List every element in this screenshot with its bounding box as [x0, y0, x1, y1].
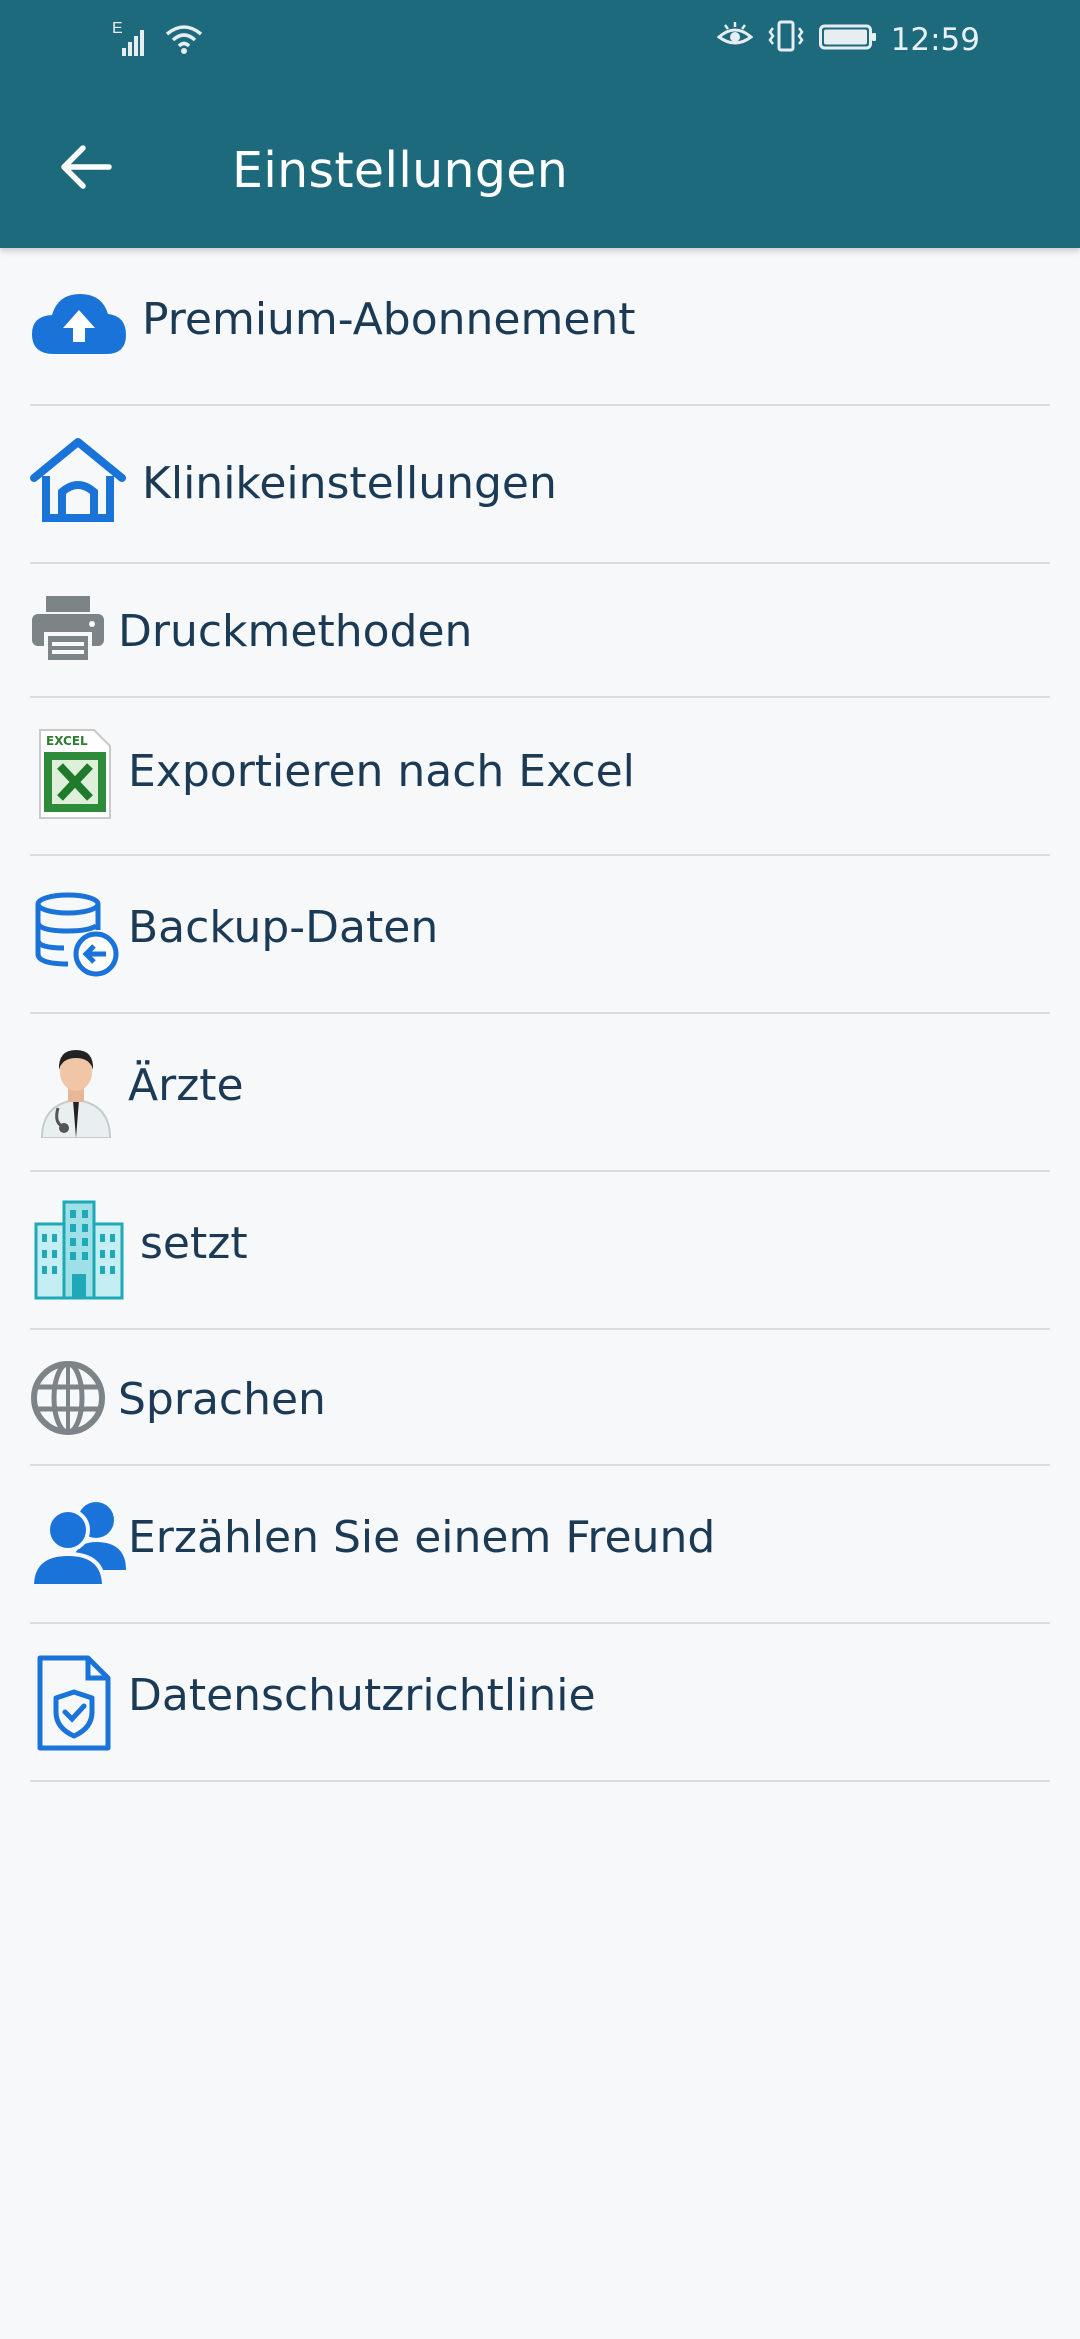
doctor-icon — [40, 1042, 112, 1138]
settings-item-label: Premium-Abonnement — [142, 294, 636, 345]
vibrate-icon — [767, 20, 805, 60]
settings-item-label: Exportieren nach Excel — [128, 746, 635, 797]
shield-document-icon — [36, 1654, 112, 1752]
status-bar: E 12:59 — [0, 0, 1080, 84]
settings-item-excel-export[interactable]: EXCEL Exportieren nach Excel — [30, 698, 1050, 856]
settings-item-printing[interactable]: Druckmethoden — [30, 564, 1050, 698]
users-icon — [30, 1496, 130, 1588]
settings-item-label: Sprachen — [118, 1374, 326, 1425]
app-bar: E 12:59 Einstellungen — [0, 0, 1080, 248]
back-button[interactable] — [50, 132, 120, 202]
settings-item-label: Klinikeinstellungen — [142, 458, 557, 509]
settings-item-privacy-policy[interactable]: Datenschutzrichtlinie — [30, 1624, 1050, 1782]
globe-icon — [30, 1360, 106, 1436]
status-time: 12:59 — [890, 22, 980, 58]
home-icon — [30, 436, 126, 524]
settings-item-languages[interactable]: Sprachen — [30, 1330, 1050, 1466]
excel-icon: EXCEL — [36, 728, 114, 820]
eye-comfort-icon — [716, 21, 754, 59]
excel-icon-text: EXCEL — [46, 734, 88, 748]
page-title: Einstellungen — [232, 142, 569, 199]
wifi-icon — [164, 22, 204, 61]
settings-item-setzt[interactable]: setzt — [30, 1172, 1050, 1330]
battery-icon — [818, 22, 877, 59]
printer-icon — [30, 594, 106, 664]
settings-item-label: Druckmethoden — [118, 606, 473, 657]
settings-list: Premium-Abonnement Klinikeinstellungen D… — [30, 248, 1050, 1782]
signal-icon: E — [112, 20, 148, 60]
building-icon — [32, 1200, 126, 1300]
settings-item-label: Erzählen Sie einem Freund — [128, 1512, 716, 1563]
settings-item-clinic[interactable]: Klinikeinstellungen — [30, 406, 1050, 564]
database-backup-icon — [34, 892, 120, 978]
settings-item-doctors[interactable]: Ärzte — [30, 1014, 1050, 1172]
settings-item-label: setzt — [140, 1218, 248, 1269]
settings-item-premium[interactable]: Premium-Abonnement — [30, 248, 1050, 406]
settings-item-tell-friend[interactable]: Erzählen Sie einem Freund — [30, 1466, 1050, 1624]
settings-item-label: Datenschutzrichtlinie — [128, 1670, 596, 1721]
settings-item-label: Ärzte — [128, 1060, 244, 1111]
cloud-upload-icon — [30, 286, 128, 360]
settings-item-backup[interactable]: Backup-Daten — [30, 856, 1050, 1014]
settings-item-label: Backup-Daten — [128, 902, 439, 953]
arrow-left-icon — [61, 145, 112, 189]
